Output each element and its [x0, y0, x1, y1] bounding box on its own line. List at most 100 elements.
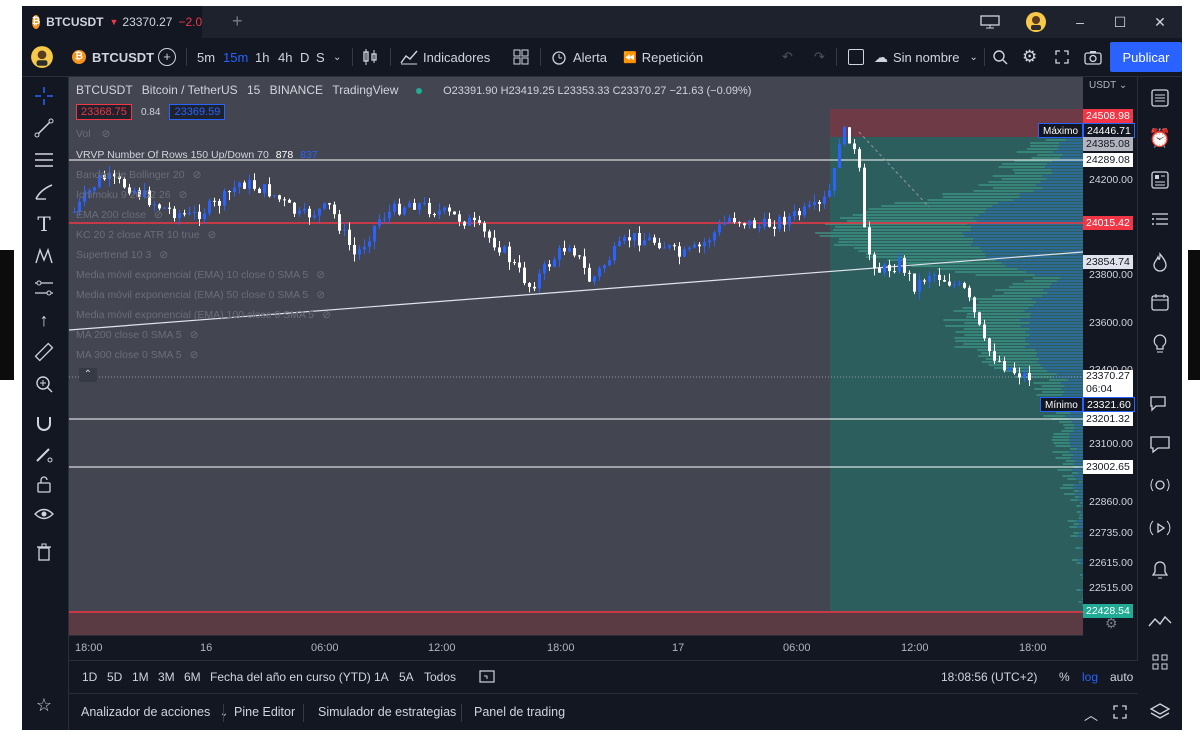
tab-pine-editor[interactable]: Pine Editor	[234, 705, 295, 719]
range-6m[interactable]: 6M	[184, 670, 201, 684]
goto-date-icon[interactable]	[479, 668, 495, 687]
price-axis[interactable]: USDT ⌄ 24508.98 24446.71 24385.08 24289.…	[1083, 77, 1138, 635]
range-1m[interactable]: 1M	[132, 670, 149, 684]
ruler-icon[interactable]	[31, 339, 57, 365]
indicator-legend-item[interactable]: Media móvil exponencial (EMA) 50 close 0…	[76, 289, 325, 301]
text-icon[interactable]: T	[31, 211, 57, 237]
tab-trading-panel[interactable]: Panel de trading	[474, 705, 565, 719]
percent-toggle[interactable]: %	[1059, 670, 1070, 684]
undo-icon[interactable]: ↶	[782, 38, 793, 76]
indicator-legend-item[interactable]: Media móvil exponencial (EMA) 10 close 0…	[76, 269, 325, 281]
pencil-lock-icon[interactable]	[31, 441, 57, 467]
interval-1h[interactable]: 1h	[255, 38, 269, 76]
indicator-legend-item[interactable]: Supertrend 10 3 ⊘	[76, 249, 168, 261]
time-axis[interactable]: 18:00 16 06:00 12:00 18:00 17 06:00 12:0…	[69, 635, 1083, 660]
replay-button[interactable]: ⏪ Repetición	[623, 38, 703, 76]
indicators-button[interactable]: Indicadores	[400, 38, 490, 76]
log-toggle[interactable]: log	[1082, 670, 1098, 684]
user-avatar[interactable]	[1018, 6, 1054, 38]
interval-5m[interactable]: 5m	[197, 38, 215, 76]
forecast-icon[interactable]	[31, 275, 57, 301]
chart-tab[interactable]: ₿ BTCUSDT ▼ 23370.27 −2.0	[22, 6, 202, 38]
alarm-clock-icon[interactable]: ⏰	[1147, 125, 1173, 151]
chat-bubble-icon[interactable]	[1147, 431, 1173, 457]
interval-s[interactable]: S	[316, 38, 325, 76]
layers-icon[interactable]	[1147, 699, 1173, 725]
eye-off-icon[interactable]: ⊘	[193, 169, 202, 181]
calendar-icon[interactable]	[1147, 289, 1173, 315]
range-all[interactable]: Todos	[424, 670, 456, 684]
monitor-icon[interactable]	[972, 6, 1008, 38]
pattern-icon[interactable]	[31, 243, 57, 269]
layout-checkbox[interactable]	[848, 38, 864, 76]
chats-icon[interactable]	[1147, 391, 1173, 417]
indicator-legend-item[interactable]: Ichimoku 9 26 52 26 ⊘	[76, 189, 187, 201]
symbol-search[interactable]: ₿ BTCUSDT	[72, 38, 154, 76]
trading-panel-icon[interactable]	[1147, 609, 1173, 635]
range-5a[interactable]: 5A	[399, 670, 414, 684]
tab-stock-screener[interactable]: Analizador de acciones ⌄	[81, 705, 228, 719]
eye-off-icon[interactable]: ⊘	[159, 249, 168, 261]
data-window-icon[interactable]	[1147, 207, 1173, 233]
add-symbol-button[interactable]: +	[158, 38, 176, 76]
hotlists-icon[interactable]	[1147, 249, 1173, 275]
zoom-in-icon[interactable]	[31, 371, 57, 397]
eye-off-icon[interactable]: ⊘	[322, 309, 331, 321]
crosshair-icon[interactable]	[31, 83, 57, 109]
new-tab-button[interactable]: +	[232, 11, 243, 32]
camera-icon[interactable]	[1084, 38, 1102, 76]
collapse-legend-button[interactable]: ⌃	[79, 368, 97, 382]
maximize-panel-icon[interactable]	[1113, 705, 1127, 722]
chart-pane[interactable]: BTCUSDT Bitcoin / TetherUS 15 BINANCE Tr…	[69, 77, 1083, 635]
horizontal-lines-icon[interactable]	[31, 147, 57, 173]
watchlist-icon[interactable]	[1147, 85, 1173, 111]
lock-icon[interactable]	[31, 471, 57, 497]
eye-off-icon[interactable]: ⊘	[154, 209, 163, 221]
search-icon[interactable]	[992, 38, 1008, 76]
brush-icon[interactable]	[31, 179, 57, 205]
interval-d[interactable]: D	[300, 38, 309, 76]
range-5d[interactable]: 5D	[107, 670, 122, 684]
indicator-legend-item[interactable]: Media móvil exponencial (EMA) 100 close …	[76, 309, 331, 321]
ideas-lightbulb-icon[interactable]	[1147, 331, 1173, 357]
indicator-legend-item[interactable]: KC 20 2 close ATR 10 true ⊘	[76, 229, 216, 241]
templates-icon[interactable]	[513, 38, 529, 76]
interval-15m[interactable]: 15m	[223, 38, 248, 76]
clock-display[interactable]: 18:08:56 (UTC+2)	[941, 670, 1037, 684]
gear-icon[interactable]: ⚙	[1022, 38, 1037, 76]
avatar[interactable]	[30, 38, 54, 76]
currency-select[interactable]: USDT ⌄	[1089, 80, 1127, 91]
broadcast-icon[interactable]	[1147, 515, 1173, 541]
settings-gear-icon[interactable]: ⚙	[1105, 615, 1118, 632]
arrow-up-icon[interactable]: ↑	[31, 307, 57, 333]
magnet-icon[interactable]	[31, 411, 57, 437]
eye-off-icon[interactable]: ⊘	[190, 349, 199, 361]
redo-icon[interactable]: ↷	[814, 38, 825, 76]
bid-price[interactable]: 23368.75	[76, 104, 132, 120]
eye-off-icon[interactable]: ⊘	[208, 229, 217, 241]
legend-symbol[interactable]: BTCUSDT	[76, 83, 132, 97]
range-ytd[interactable]: Fecha del año en curso (YTD)	[210, 670, 371, 684]
fullscreen-icon[interactable]	[1055, 38, 1069, 76]
alert-button[interactable]: Alerta	[550, 38, 607, 76]
eye-off-icon[interactable]: ⊘	[316, 289, 325, 301]
range-3m[interactable]: 3M	[158, 670, 175, 684]
interval-4h[interactable]: 4h	[278, 38, 292, 76]
streams-icon[interactable]	[1147, 473, 1173, 499]
candles-icon[interactable]	[362, 38, 378, 76]
ask-price[interactable]: 23369.59	[169, 104, 226, 120]
indicator-legend-item[interactable]: Bandas de Bollinger 20 ⊘	[76, 169, 201, 181]
eye-off-icon[interactable]: ⊘	[102, 128, 111, 140]
auto-toggle[interactable]: auto	[1110, 670, 1133, 684]
chevron-up-icon[interactable]: ︿	[1084, 705, 1098, 725]
minimize-icon[interactable]: –	[1062, 6, 1098, 38]
eye-off-icon[interactable]: ⊘	[179, 189, 188, 201]
eye-off-icon[interactable]: ⊘	[190, 329, 199, 341]
layout-name-button[interactable]: ☁ Sin nombre ⌄	[874, 38, 978, 76]
publish-button[interactable]: Publicar	[1110, 42, 1182, 72]
eye-icon[interactable]	[31, 501, 57, 527]
news-icon[interactable]	[1147, 167, 1173, 193]
range-1d[interactable]: 1D	[82, 670, 97, 684]
trash-icon[interactable]	[31, 539, 57, 565]
close-icon[interactable]: ✕	[1142, 6, 1178, 38]
